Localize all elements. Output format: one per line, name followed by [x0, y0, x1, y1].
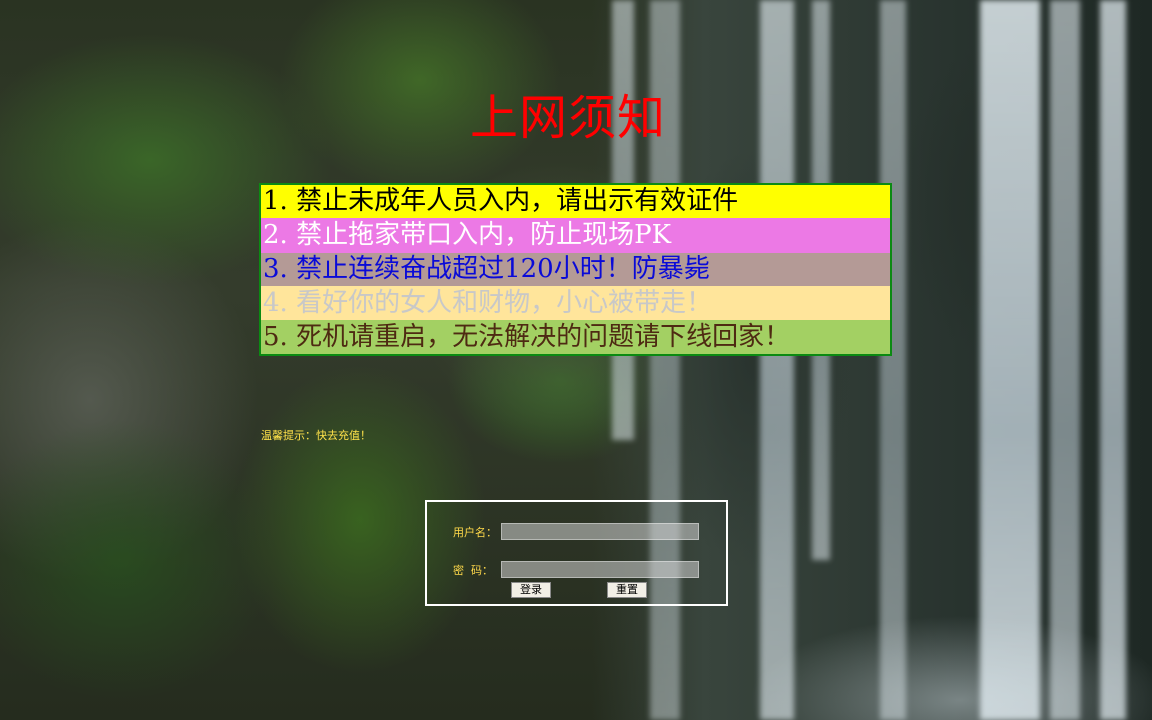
login-button[interactable]: 登录 — [511, 582, 551, 598]
reset-button[interactable]: 重置 — [607, 582, 647, 598]
username-input[interactable] — [501, 523, 699, 540]
page-title: 上网须知 — [470, 90, 667, 146]
password-label: 密 码： — [453, 564, 493, 577]
rule-item-1: 1. 禁止未成年人员入内，请出示有效证件 — [261, 185, 890, 218]
rule-item-4: 4. 看好你的女人和财物，小心被带走！ — [261, 286, 890, 320]
login-form: 用户名： 密 码： 登录 重置 — [425, 500, 728, 606]
rule-item-3: 3. 禁止连续奋战超过120小时！防暴毙 — [261, 253, 890, 286]
rule-item-2: 2. 禁止拖家带口入内，防止现场PK — [261, 218, 890, 253]
username-label: 用户名： — [453, 526, 497, 539]
recharge-tip: 温馨提示：快去充值！ — [261, 429, 371, 442]
rules-list: 1. 禁止未成年人员入内，请出示有效证件 2. 禁止拖家带口入内，防止现场PK … — [259, 183, 892, 356]
password-input[interactable] — [501, 561, 699, 578]
rule-item-5: 5. 死机请重启，无法解决的问题请下线回家！ — [261, 320, 890, 354]
